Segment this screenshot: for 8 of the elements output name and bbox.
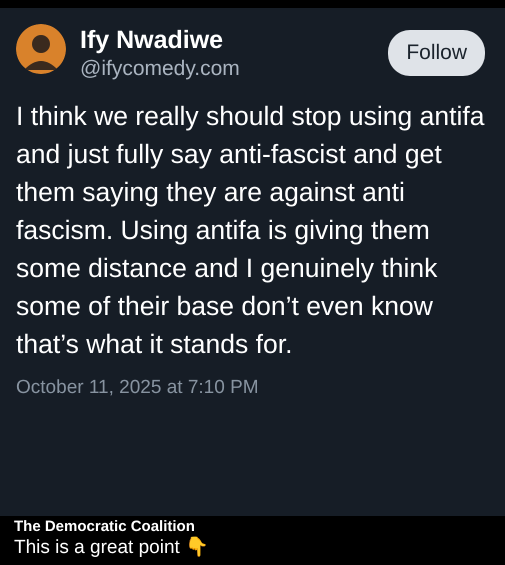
source-label: The Democratic Coalition bbox=[14, 518, 196, 535]
post-text: I think we really should stop using antifa and just fully say anti-fascist and get them saying they are against anti fascism. Using antifa is giving them some distance and I genuinely think some of their base don’t even know that’s what it stands for. bbox=[16, 100, 485, 361]
caption-text: This is a great point 👇 bbox=[14, 536, 210, 559]
avatar-icon bbox=[16, 24, 66, 74]
author-name: Ify Nwadiwe bbox=[80, 26, 224, 55]
post-timestamp: October 11, 2025 at 7:10 PM bbox=[16, 377, 259, 399]
follow-button[interactable]: Follow bbox=[388, 30, 485, 76]
author-handle: @ifycomedy.com bbox=[80, 57, 241, 81]
